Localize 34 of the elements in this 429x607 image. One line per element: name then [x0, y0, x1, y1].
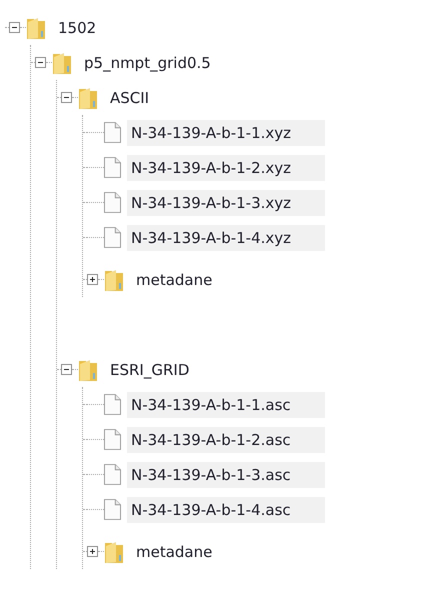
- document-icon: [104, 429, 121, 450]
- document-icon: [104, 499, 121, 520]
- file-item[interactable]: N-34-139-A-b-1-4.xyz: [127, 224, 325, 250]
- folder-icon: [104, 540, 124, 564]
- folder-item[interactable]: metadane: [132, 538, 216, 564]
- document-icon: [104, 157, 121, 178]
- collapse-toggle[interactable]: [61, 364, 72, 375]
- file-item[interactable]: N-34-139-A-b-1-4.asc: [127, 496, 325, 522]
- folder-icon: [78, 86, 98, 110]
- folder-icon: [26, 16, 46, 40]
- folder-item[interactable]: metadane: [132, 266, 216, 292]
- document-icon: [104, 394, 121, 415]
- expand-toggle[interactable]: [87, 274, 98, 285]
- document-icon: [104, 192, 121, 213]
- collapse-toggle[interactable]: [35, 57, 46, 68]
- collapse-toggle[interactable]: [61, 92, 72, 103]
- file-item[interactable]: N-34-139-A-b-1-1.asc: [127, 392, 325, 418]
- document-icon: [104, 227, 121, 248]
- file-item[interactable]: N-34-139-A-b-1-2.xyz: [127, 154, 325, 180]
- folder-icon: [52, 50, 72, 74]
- folder-item[interactable]: 1502: [54, 14, 100, 40]
- document-icon: [104, 122, 121, 143]
- folder-item[interactable]: ESRI_GRID: [106, 356, 194, 382]
- document-icon: [104, 464, 121, 485]
- expand-toggle[interactable]: [87, 546, 98, 557]
- file-item[interactable]: N-34-139-A-b-1-3.xyz: [127, 190, 325, 216]
- folder-icon: [104, 268, 124, 292]
- folder-item[interactable]: p5_nmpt_grid0.5: [80, 50, 215, 76]
- file-item[interactable]: N-34-139-A-b-1-2.asc: [127, 426, 325, 452]
- file-item[interactable]: N-34-139-A-b-1-3.asc: [127, 462, 325, 488]
- collapse-toggle[interactable]: [9, 22, 20, 33]
- folder-item[interactable]: ASCII: [106, 84, 154, 110]
- file-item[interactable]: N-34-139-A-b-1-1.xyz: [127, 120, 325, 146]
- folder-icon: [78, 358, 98, 382]
